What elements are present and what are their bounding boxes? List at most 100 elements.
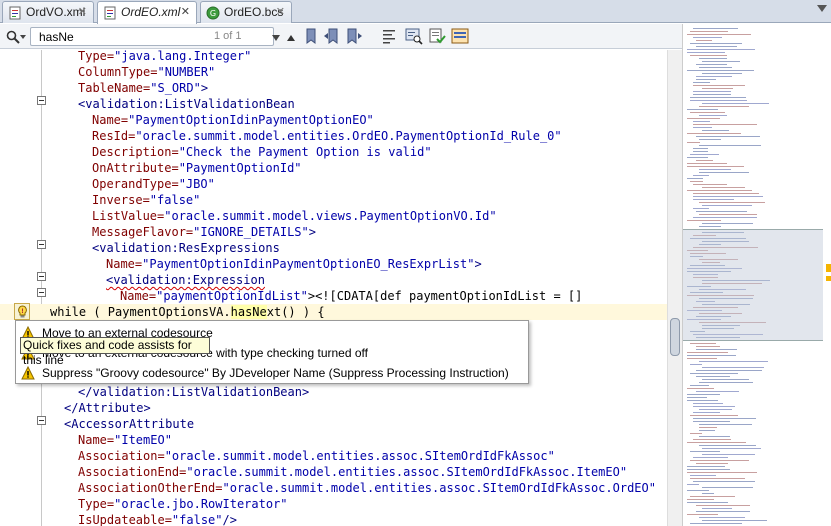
minimap-line (693, 37, 722, 38)
minimap-line (696, 349, 737, 350)
editor-tab-bar: OrdVO.xml ✕ OrdEO.xml ✕ G OrdEO.bcs ✕ (0, 0, 831, 24)
minimap-line (699, 445, 756, 446)
scrollbar-thumb[interactable] (670, 318, 680, 356)
minimap-line (696, 376, 730, 377)
minimap-line (693, 94, 731, 95)
close-icon[interactable]: ✕ (78, 2, 87, 23)
tab-ordeo-bcs[interactable]: G OrdEO.bcs ✕ (200, 1, 292, 23)
xml-file-icon (9, 6, 21, 20)
minimap-line (687, 442, 746, 443)
warning-marker[interactable] (826, 264, 831, 272)
code-editor[interactable]: Type="java.lang.Integer" ColumnType="NUM… (0, 50, 667, 526)
next-bookmark-icon[interactable] (345, 27, 363, 45)
minimap-line (699, 424, 752, 425)
format-lines-icon[interactable] (380, 27, 398, 45)
find-next-icon[interactable] (272, 35, 280, 41)
minimap-line (696, 346, 720, 347)
minimap-line (693, 439, 731, 440)
editor-vertical-scrollbar[interactable] (667, 50, 682, 526)
minimap-line (693, 151, 708, 152)
minimap-line (699, 115, 727, 116)
minimap-line (687, 52, 725, 53)
minimap-line (702, 454, 755, 455)
bc-source-icon: G (206, 6, 220, 20)
minimap-line (687, 190, 752, 191)
minimap-line (693, 121, 710, 122)
minimap-line (687, 472, 757, 473)
fold-toggle-icon[interactable] (37, 288, 46, 297)
warning-icon (21, 366, 35, 380)
design-view-icon[interactable] (451, 27, 469, 45)
tab-ordvo-xml[interactable]: OrdVO.xml ✕ (2, 1, 94, 23)
code-line: Name="ItemEO" (78, 433, 172, 447)
quick-fix-lightbulb[interactable]: ! (14, 303, 30, 320)
minimap-line (699, 202, 765, 203)
find-previous-icon[interactable] (287, 35, 295, 41)
find-usages-icon[interactable] (405, 27, 423, 45)
code-line: <validation:Expression (106, 273, 265, 287)
minimap-line (693, 196, 763, 197)
minimap-line (699, 517, 745, 518)
fold-toggle-icon[interactable] (37, 272, 46, 281)
minimap-line (687, 397, 707, 398)
minimap-line (687, 178, 703, 179)
minimap-line (690, 451, 720, 452)
minimap-line (687, 133, 741, 134)
minimap-line (690, 181, 703, 182)
minimap-viewport[interactable] (683, 229, 823, 341)
code-overview-minimap[interactable] (682, 24, 831, 526)
minimap-line (687, 400, 718, 401)
minimap-line (699, 214, 757, 215)
minimap-line (699, 436, 730, 437)
validate-icon[interactable] (428, 27, 446, 45)
minimap-line (690, 475, 716, 476)
code-line: OperandType="JBO" (92, 177, 215, 191)
minimap-line (687, 142, 700, 143)
code-line: Description="Check the Payment Option is… (92, 145, 432, 159)
close-icon[interactable]: ✕ (276, 2, 285, 23)
minimap-line (687, 484, 699, 485)
minimap-line (693, 403, 723, 404)
minimap-line (690, 112, 725, 113)
fold-toggle-icon[interactable] (37, 240, 46, 249)
minimap-line (702, 448, 761, 449)
code-line: ListValue="oracle.summit.model.views.Pay… (92, 209, 497, 223)
minimap-line (699, 58, 727, 59)
minimap-line (702, 487, 753, 488)
minimap-line (699, 430, 715, 431)
minimap-line (693, 208, 709, 209)
minimap-line (699, 427, 717, 428)
minimap-line (702, 103, 769, 104)
fold-toggle-icon[interactable] (37, 416, 46, 425)
quick-fix-suppress-groovy[interactable]: Suppress "Groovy codesource" By JDevelop… (16, 363, 528, 383)
tab-label: OrdVO.xml (26, 5, 86, 19)
search-icon[interactable] (6, 30, 20, 44)
fold-toggle-icon[interactable] (37, 96, 46, 105)
search-input[interactable] (39, 29, 189, 44)
minimap-line (696, 46, 737, 47)
code-line: Name="PaymentOptionIdinPaymentOptionEO" (92, 113, 374, 127)
search-options-dropdown-icon[interactable] (20, 35, 26, 39)
warning-marker[interactable] (826, 276, 831, 281)
minimap-line (687, 388, 714, 389)
minimap-line (690, 343, 716, 344)
svg-text:G: G (210, 9, 216, 18)
editor-gutter (0, 50, 48, 526)
close-icon[interactable]: ✕ (181, 2, 190, 23)
code-line: </validation:ListValidationBean> (78, 385, 310, 399)
code-line: Association="oracle.summit.model.entitie… (78, 449, 555, 463)
toggle-bookmark-icon[interactable] (302, 27, 320, 45)
minimap-line (696, 64, 727, 65)
code-line-current: while ( PaymentOptionsVA.hasNext() ) { (50, 305, 325, 319)
minimap-line (699, 67, 732, 68)
minimap-line (702, 223, 753, 224)
previous-bookmark-icon[interactable] (323, 27, 341, 45)
tab-ordeo-xml[interactable]: OrdEO.xml ✕ (97, 1, 197, 24)
minimap-line (699, 361, 768, 362)
tab-list-dropdown-icon[interactable] (817, 5, 827, 12)
minimap-line (699, 169, 731, 170)
minimap-line (696, 160, 713, 161)
minimap-line (690, 523, 742, 524)
minimap-line (696, 511, 750, 512)
tab-label: OrdEO.xml (121, 5, 181, 19)
